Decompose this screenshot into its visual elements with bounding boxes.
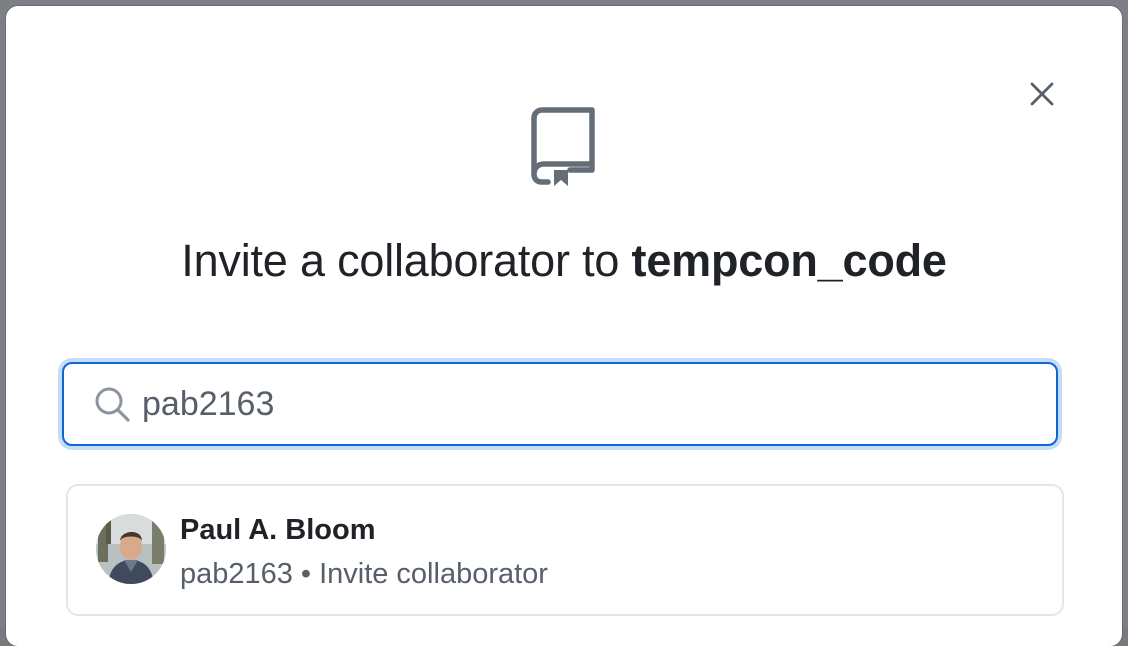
invite-collaborator-action: Invite collaborator: [319, 558, 548, 590]
result-separator: •: [300, 558, 312, 590]
close-icon: [1030, 82, 1054, 106]
title-prefix: Invite a collaborator to: [181, 235, 620, 286]
search-icon: [95, 387, 130, 422]
invite-collaborator-dialog: Invite a collaborator to tempcon_code Pa…: [6, 6, 1122, 646]
result-subtitle: pab2163 • Invite collaborator: [180, 556, 548, 592]
search-input[interactable]: [142, 376, 1022, 432]
search-result-item[interactable]: Paul A. Bloom pab2163 • Invite collaborato…: [66, 484, 1064, 616]
repo-name: tempcon_code: [631, 235, 947, 286]
close-button[interactable]: [1022, 74, 1062, 114]
user-avatar: [96, 514, 166, 584]
search-field[interactable]: [62, 362, 1058, 446]
result-full-name: Paul A. Bloom: [180, 514, 376, 546]
result-username: pab2163: [180, 558, 293, 590]
repo-icon: [531, 107, 595, 186]
dialog-title: Invite a collaborator to tempcon_code: [6, 230, 1122, 292]
